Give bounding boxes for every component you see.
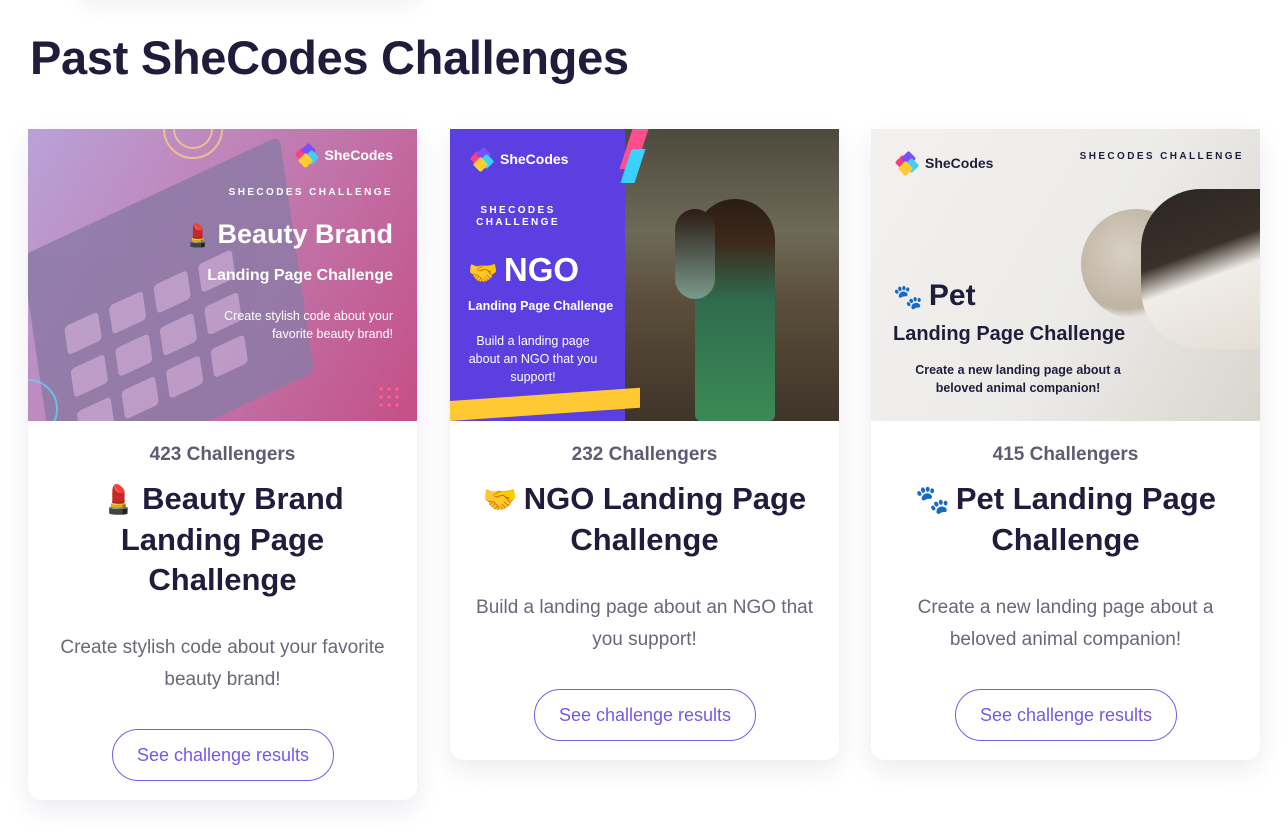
card-description: Build a landing page about an NGO that y… [476, 597, 813, 650]
handshake-icon: 🤝 [468, 259, 498, 287]
card-title: 🤝 NGO Landing Page Challenge [482, 481, 807, 557]
page-title: Past SheCodes Challenges [30, 31, 629, 84]
challenge-thumbnail[interactable]: SheCodes SHECODES CHALLENGE 💄 Beauty Bran… [28, 129, 417, 421]
challengers-count: 232 Challengers [571, 444, 718, 465]
thumb-eyebrow: SHECODES CHALLENGE [1079, 151, 1244, 162]
thumb-eyebrow: SHECODES CHALLENGE [476, 205, 560, 228]
see-challenge-results-button[interactable]: See challenge results [112, 729, 334, 781]
shecodes-logo: SheCodes [894, 150, 993, 177]
thumb-text: Create stylish code about your favorite … [224, 309, 393, 341]
dog-photo-image [1141, 189, 1260, 349]
shecodes-logo: SheCodes [469, 146, 568, 173]
shecodes-logo-icon [469, 146, 495, 173]
see-challenge-results-button[interactable]: See challenge results [955, 689, 1177, 741]
challenge-card-ngo: SheCodes SHECODES CHALLENGE 🤝 NGO Landing… [450, 129, 839, 760]
shecodes-logo: SheCodes [294, 142, 393, 169]
card-description: Create a new landing page about a belove… [917, 597, 1214, 650]
see-challenge-results-button[interactable]: See challenge results [534, 689, 756, 741]
paw-print-icon: 🐾 [893, 283, 923, 311]
dots-decoration [377, 385, 401, 409]
thumb-title: 💄 Beauty Brand [184, 219, 393, 249]
lipstick-icon: 💄 [184, 224, 212, 249]
challenge-thumbnail[interactable]: SheCodes SHECODES CHALLENGE 🤝 NGO Landing… [450, 129, 839, 421]
ngo-photo-image [625, 129, 839, 421]
yellow-band-decoration [450, 387, 640, 421]
card-title: 💄 Beauty Brand Landing Page Challenge [101, 481, 344, 597]
thumb-title: 🤝 NGO [468, 251, 580, 288]
challengers-count: 415 Challengers [992, 444, 1139, 465]
challenge-card-beauty: SheCodes SHECODES CHALLENGE 💄 Beauty Bran… [28, 129, 417, 800]
thumb-subtitle: Landing Page Challenge [893, 323, 1126, 345]
handshake-icon: 🤝 [482, 483, 518, 516]
shecodes-logo-icon [894, 150, 920, 177]
challenge-card-pet: SheCodes SHECODES CHALLENGE 🐾 Pet Landing… [871, 129, 1260, 760]
thumb-text: Create a new landing page about a belove… [915, 363, 1121, 395]
shecodes-logo-icon [294, 142, 319, 169]
paw-print-icon: 🐾 [915, 483, 950, 516]
challengers-count: 423 Challengers [149, 444, 296, 465]
thumb-text: Build a landing page about an NGO that y… [468, 334, 598, 384]
thumb-subtitle: Landing Page Challenge [468, 299, 614, 313]
card-title: 🐾 Pet Landing Page Challenge [915, 481, 1216, 557]
lipstick-icon: 💄 [101, 483, 137, 516]
thumb-subtitle: Landing Page Challenge [207, 267, 393, 284]
thumb-eyebrow: SHECODES CHALLENGE [228, 187, 393, 198]
challenge-thumbnail[interactable]: SheCodes SHECODES CHALLENGE 🐾 Pet Landing… [871, 129, 1260, 421]
thumb-title: 🐾 Pet [893, 279, 976, 312]
card-description: Create stylish code about your favorite … [60, 637, 385, 690]
